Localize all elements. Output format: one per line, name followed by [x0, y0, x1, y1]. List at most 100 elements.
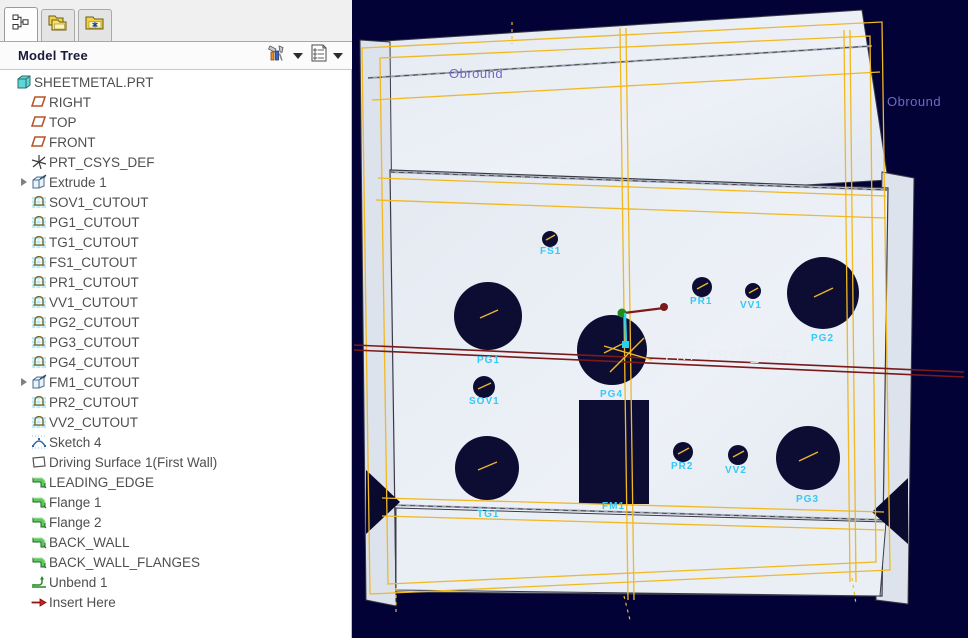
- sketch-icon: [30, 434, 47, 450]
- tree-settings-button[interactable]: [266, 43, 290, 68]
- favorites-tab[interactable]: [78, 9, 112, 41]
- flange-icon: [30, 494, 47, 510]
- tree-item-sov1-cutout[interactable]: SOV1_CUTOUT: [0, 192, 351, 212]
- model-tree-list[interactable]: SHEETMETAL.PRT RIGHT TOP FRONT PRT_CSYS_DEF E…: [0, 70, 352, 638]
- tree-item-label: Insert Here: [49, 594, 116, 610]
- tree-item-pg4-cutout[interactable]: PG4_CUTOUT: [0, 352, 351, 372]
- tree-item-label: FRONT: [49, 134, 96, 150]
- tree-item-vv1-cutout[interactable]: VV1_CUTOUT: [0, 292, 351, 312]
- tree-item-label: RIGHT: [49, 94, 91, 110]
- tree-item-leading-edge[interactable]: LEADING_EDGE: [0, 472, 351, 492]
- tree-item-label: PG3_CUTOUT: [49, 334, 140, 350]
- flange-icon: [30, 474, 47, 490]
- tree-item-label: Flange 2: [49, 514, 102, 530]
- expand-triangle-icon[interactable]: [17, 372, 30, 392]
- tree-item-sheetmetal-prt[interactable]: SHEETMETAL.PRT: [0, 72, 351, 92]
- list-document-icon: [309, 43, 329, 68]
- tree-item-label: PG4_CUTOUT: [49, 354, 140, 370]
- tree-item-back-wall[interactable]: BACK_WALL: [0, 532, 351, 552]
- tree-item-label: BACK_WALL_FLANGES: [49, 554, 201, 570]
- tree-item-label: PG2_CUTOUT: [49, 314, 140, 330]
- tree-item-fs1-cutout[interactable]: FS1_CUTOUT: [0, 252, 351, 272]
- model-tree-header: Model Tree: [0, 42, 352, 70]
- surface-icon: [30, 454, 47, 470]
- tree-display-chevron-down-icon[interactable]: [333, 52, 343, 59]
- tree-settings-chevron-down-icon[interactable]: [293, 52, 303, 59]
- tree-item-pg1-cutout[interactable]: PG1_CUTOUT: [0, 212, 351, 232]
- unbend-icon: [30, 574, 47, 590]
- flange-icon: [30, 534, 47, 550]
- cutout-icon: [30, 334, 47, 350]
- tree-item-fm1-cutout[interactable]: FM1_CUTOUT: [0, 372, 351, 392]
- tree-item-label: LEADING_EDGE: [49, 474, 155, 490]
- tree-item-insert-here[interactable]: Insert Here: [0, 592, 351, 612]
- tree-item-flange-2[interactable]: Flange 2: [0, 512, 351, 532]
- flange-icon: [30, 554, 47, 570]
- cutout-icon: [30, 314, 47, 330]
- tree-item-label: Sketch 4: [49, 434, 102, 450]
- tree-item-unbend-1[interactable]: Unbend 1: [0, 572, 351, 592]
- cutout-icon: [30, 234, 47, 250]
- tree-item-label: VV2_CUTOUT: [49, 414, 139, 430]
- tree-item-flange-1[interactable]: Flange 1: [0, 492, 351, 512]
- 3d-graphics-viewport[interactable]: Obround Obround PRT_CSYS_DEF FS1 PG1 SOV…: [352, 0, 968, 638]
- bottom-flange-face: [395, 507, 887, 597]
- tree-structure-icon: [11, 12, 31, 37]
- tree-item-front[interactable]: FRONT: [0, 132, 351, 152]
- panel-title: Model Tree: [18, 48, 88, 63]
- tree-item-right[interactable]: RIGHT: [0, 92, 351, 112]
- cutout-icon: [30, 254, 47, 270]
- sheetmetal-model-geometry: [353, 9, 965, 621]
- tree-item-label: SOV1_CUTOUT: [49, 194, 149, 210]
- tree-item-pr2-cutout[interactable]: PR2_CUTOUT: [0, 392, 351, 412]
- cutout-icon: [30, 194, 47, 210]
- cutout-icon: [30, 274, 47, 290]
- expand-triangle-icon[interactable]: [17, 172, 30, 192]
- datum-plane-icon: [30, 94, 47, 110]
- tree-item-sketch-4[interactable]: Sketch 4: [0, 432, 351, 452]
- tree-item-back-wall-flanges[interactable]: BACK_WALL_FLANGES: [0, 552, 351, 572]
- tree-item-label: FS1_CUTOUT: [49, 254, 138, 270]
- tree-display-button[interactable]: [308, 43, 330, 68]
- folder-star-icon: [84, 13, 106, 38]
- tree-item-pr1-cutout[interactable]: PR1_CUTOUT: [0, 272, 351, 292]
- tree-item-tg1-cutout[interactable]: TG1_CUTOUT: [0, 232, 351, 252]
- flange-icon: [30, 514, 47, 530]
- tree-item-vv2-cutout[interactable]: VV2_CUTOUT: [0, 412, 351, 432]
- part-icon: [15, 74, 32, 90]
- tree-item-pg2-cutout[interactable]: PG2_CUTOUT: [0, 312, 351, 332]
- model-tree-panel: Model Tree SHEETMETAL.PRT RIGHT TOP FRON…: [0, 0, 352, 638]
- folder-browser-tab[interactable]: [41, 9, 75, 41]
- tree-item-extrude-1[interactable]: Extrude 1: [0, 172, 351, 192]
- tree-item-driving-surface-1-first-wall[interactable]: Driving Surface 1(First Wall): [0, 452, 351, 472]
- tree-item-label: Extrude 1: [49, 174, 107, 190]
- tree-item-label: Flange 1: [49, 494, 102, 510]
- coordinate-system-icon: [30, 154, 47, 170]
- tree-item-top[interactable]: TOP: [0, 112, 351, 132]
- tree-item-label: BACK_WALL: [49, 534, 130, 550]
- tree-item-prt-csys-def[interactable]: PRT_CSYS_DEF: [0, 152, 351, 172]
- cutout-icon: [30, 294, 47, 310]
- tree-item-label: PG1_CUTOUT: [49, 214, 140, 230]
- tree-item-label: PR2_CUTOUT: [49, 394, 139, 410]
- tree-item-label: PR1_CUTOUT: [49, 274, 139, 290]
- model-tree-tab[interactable]: [4, 7, 38, 41]
- navigator-tab-strip: [0, 0, 352, 42]
- tree-item-pg3-cutout[interactable]: PG3_CUTOUT: [0, 332, 351, 352]
- datum-plane-icon: [30, 134, 47, 150]
